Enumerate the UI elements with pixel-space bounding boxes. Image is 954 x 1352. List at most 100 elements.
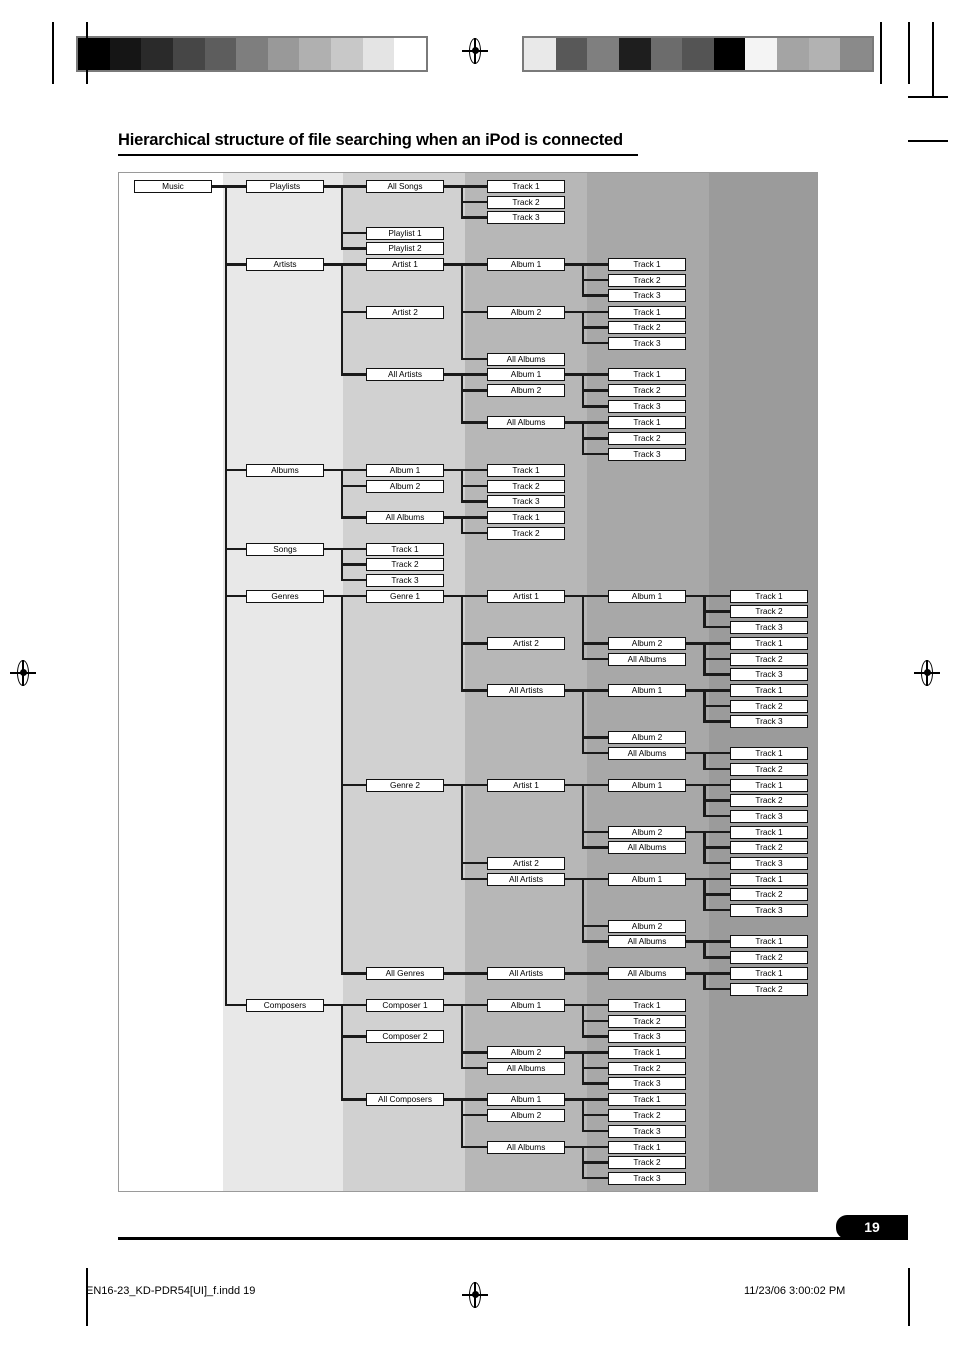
node-track-1: Track 1	[608, 416, 686, 429]
crop-mark-tr-h	[908, 22, 910, 84]
node-all-albums: All Albums	[487, 1140, 565, 1154]
registration-mark-top	[462, 38, 488, 64]
connector-child-branch	[225, 263, 246, 266]
node-track-3: Track 3	[608, 1171, 686, 1185]
connector-child-branch	[581, 751, 608, 755]
connector-parent-stub	[444, 263, 463, 266]
hierarchy-diagram: Music Playlists All Songs Track 1 Track 2 Tra…	[118, 172, 818, 1192]
node-track-2: Track 2	[730, 652, 808, 666]
node-album-1: Album 1	[608, 589, 686, 603]
connector-parent-stub	[686, 972, 705, 975]
node-track-1: Track 1	[730, 967, 808, 980]
node-albums: Albums	[246, 463, 324, 477]
connector-parent-stub	[686, 830, 705, 834]
node-track-3: Track 3	[730, 809, 808, 823]
node-artist-1: Artist 1	[366, 258, 444, 271]
connector-child-branch	[581, 421, 608, 424]
connector-parent-stub	[565, 263, 584, 266]
connector-parent-stub	[565, 1003, 584, 1007]
connector-parent-stub	[212, 185, 227, 188]
node-track-2: Track 2	[366, 558, 444, 571]
node-track-3: Track 3	[730, 715, 808, 728]
connector-child-branch	[581, 405, 608, 408]
connector-child-branch	[581, 1098, 608, 1101]
connector-child-branch	[340, 231, 366, 235]
node-album-1: Album 1	[608, 872, 686, 886]
node-all-albums: All Albums	[608, 967, 686, 980]
connector-parent-stub	[324, 1003, 342, 1007]
connector-child-branch	[460, 468, 487, 472]
registration-mark-bottom	[462, 1282, 488, 1308]
connector-child-branch	[340, 185, 366, 188]
connector-child-branch	[703, 893, 730, 896]
crop-mark-tl-h	[86, 22, 88, 84]
connector-parent-stub	[444, 783, 463, 787]
connector-child-branch	[703, 657, 730, 661]
connector-child-branch	[340, 484, 366, 488]
calibration-swatch-3	[618, 38, 651, 70]
node-track-2: Track 2	[730, 605, 808, 618]
node-track-1: Track 1	[730, 872, 808, 886]
connector-child-branch	[703, 720, 730, 723]
connector-parent-stub	[565, 373, 584, 376]
node-all-albums: All Albums	[366, 511, 444, 524]
connector-child-branch	[581, 594, 608, 598]
node-all-artists: All Artists	[487, 872, 565, 886]
connector-child-branch	[581, 263, 608, 266]
connector-child-branch	[225, 594, 246, 598]
node-album-2: Album 2	[608, 637, 686, 650]
footer-rule	[118, 1237, 908, 1240]
calibration-swatch-0	[78, 38, 110, 70]
connector-child-branch	[703, 704, 730, 708]
connector-child-branch	[581, 437, 608, 440]
connector-bus	[340, 264, 343, 375]
connector-parent-stub	[444, 1003, 463, 1007]
crop-mark-right-guide	[932, 22, 934, 98]
node-album-1: Album 1	[487, 258, 565, 271]
node-artist-1: Artist 1	[487, 589, 565, 603]
connector-child-branch	[460, 357, 487, 361]
connector-parent-stub	[565, 594, 584, 598]
connector-child-branch	[340, 468, 366, 472]
connector-bus	[581, 690, 585, 753]
crop-mark-tr-v	[880, 22, 882, 84]
node-track-2: Track 2	[730, 762, 808, 776]
connector-child-branch	[703, 956, 730, 959]
connector-child-branch	[340, 516, 366, 519]
connector-parent-stub	[565, 421, 584, 424]
connector-child-branch	[460, 263, 487, 266]
connector-child-branch	[460, 1003, 487, 1007]
connector-child-branch	[460, 1066, 487, 1070]
connector-parent-stub	[444, 373, 463, 376]
node-track-1: Track 1	[730, 778, 808, 792]
connector-parent-stub	[444, 1098, 463, 1101]
connector-child-branch	[225, 185, 246, 188]
node-track-1: Track 1	[608, 368, 686, 381]
node-track-1: Track 1	[487, 180, 565, 193]
node-track-3: Track 3	[730, 856, 808, 870]
connector-child-branch	[581, 830, 608, 834]
connector-parent-stub	[565, 1098, 584, 1101]
node-genre-2: Genre 2	[366, 778, 444, 792]
node-all-albums: All Albums	[608, 652, 686, 666]
connector-child-branch	[460, 877, 487, 881]
connector-child-branch	[581, 1161, 608, 1164]
node-track-1: Track 1	[730, 637, 808, 650]
node-track-2: Track 2	[608, 1156, 686, 1169]
connector-child-branch	[581, 1019, 608, 1023]
connector-child-branch	[703, 908, 730, 912]
node-track-3: Track 3	[730, 668, 808, 681]
connector-child-branch	[581, 389, 608, 392]
calibration-bar-right	[522, 36, 874, 72]
connector-child-branch	[703, 783, 730, 787]
node-all-genres: All Genres	[366, 967, 444, 980]
connector-child-branch	[581, 1003, 608, 1007]
connector-child-branch	[460, 500, 487, 503]
connector-child-branch	[703, 940, 730, 943]
node-track-3: Track 3	[487, 211, 565, 224]
connector-child-branch	[340, 578, 366, 582]
connector-child-branch	[460, 1098, 487, 1101]
calibration-swatch-5	[236, 38, 268, 70]
connector-child-branch	[460, 216, 487, 219]
connector-child-branch	[581, 1129, 608, 1133]
